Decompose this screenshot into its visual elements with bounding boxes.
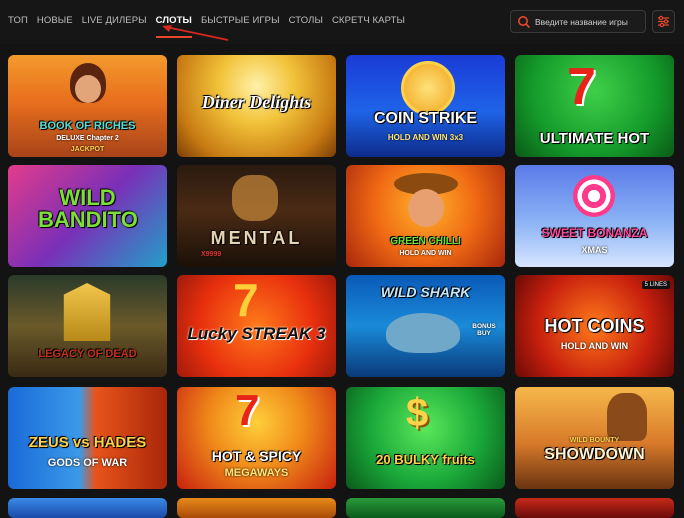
tab-tables[interactable]: СТОЛЫ (289, 15, 323, 26)
game-subtitle: HOLD AND WIN (560, 341, 629, 351)
game-card-wild-bandito[interactable]: WILD BANDITO (8, 165, 167, 267)
game-title: BOOK OF RICHES (39, 120, 136, 132)
game-card-ultimate-hot[interactable]: 7 ULTIMATE HOT (515, 55, 674, 157)
game-title: SHOWDOWN (544, 446, 645, 463)
game-subtitle: BONUS BUY (472, 323, 496, 337)
game-title: HOT & SPICY (211, 448, 302, 464)
game-title: HOT COINS (544, 316, 645, 336)
game-search-box[interactable] (510, 10, 646, 33)
game-card-partial-3[interactable] (346, 498, 505, 518)
game-card-legacy-of-dead[interactable]: LEGACY OF DEAD (8, 275, 167, 377)
game-jackpot-label: JACKPOT (70, 146, 105, 153)
game-title: SWEET BONANZA (541, 226, 648, 240)
game-title: ZEUS vs HADES (28, 434, 147, 451)
game-card-partial-2[interactable] (177, 498, 336, 518)
game-card-sweet-bonanza-xmas[interactable]: SWEET BONANZA XMAS (515, 165, 674, 267)
game-title: ULTIMATE HOT (539, 130, 650, 147)
game-subtitle: X9999 (201, 251, 222, 258)
game-card-wild-shark[interactable]: WILD SHARK BONUS BUY (346, 275, 505, 377)
annotation-arrow-icon (162, 25, 229, 41)
game-title: Diner Delights (201, 92, 312, 112)
game-card-hot-coins[interactable]: 5 LINES HOT COINS HOLD AND WIN (515, 275, 674, 377)
search-input[interactable] (535, 14, 641, 29)
lines-badge: 5 LINES (641, 281, 670, 289)
game-title: COIN STRIKE (373, 110, 478, 127)
game-title: WILD BANDITO (38, 185, 138, 232)
filter-button[interactable] (652, 10, 675, 33)
game-subtitle: XMAS (581, 245, 608, 255)
game-card-showdown[interactable]: WILD BOUNTY SHOWDOWN (515, 387, 674, 489)
game-card-book-of-riches[interactable]: BOOK OF RICHES DELUXE Chapter 2 JACKPOT (8, 55, 167, 157)
game-title: LEGACY OF DEAD (38, 348, 137, 360)
game-title: 20 BULKY fruits (376, 452, 475, 467)
top-navigation-bar: ТОП НОВЫЕ LIVE ДИЛЕРЫ СЛОТЫ БЫСТРЫЕ ИГРЫ… (0, 0, 684, 44)
game-subtitle: GODS OF WAR (47, 457, 128, 469)
tab-live-dealers[interactable]: LIVE ДИЛЕРЫ (82, 15, 147, 26)
game-card-coin-strike[interactable]: COIN STRIKE HOLD AND WIN 3x3 (346, 55, 505, 157)
game-title: WILD SHARK (380, 284, 471, 300)
game-subtitle: DELUXE Chapter 2 (56, 135, 119, 142)
game-card-zeus-vs-hades[interactable]: ZEUS vs HADES GODS OF WAR (8, 387, 167, 489)
tab-top[interactable]: ТОП (8, 15, 28, 26)
tab-scratch-cards[interactable]: СКРЕТЧ КАРТЫ (332, 15, 405, 26)
game-subtitle: HOLD AND WIN 3x3 (387, 133, 464, 142)
sliders-icon (658, 15, 669, 28)
search-icon (518, 16, 531, 29)
game-card-hot-and-spicy[interactable]: 7 HOT & SPICY MEGAWAYS (177, 387, 336, 489)
game-card-lucky-streak-3[interactable]: 7 Lucky STREAK 3 (177, 275, 336, 377)
tab-new[interactable]: НОВЫЕ (37, 15, 73, 26)
game-title: MENTAL (210, 228, 303, 248)
game-subtitle: WILD BOUNTY (569, 437, 620, 444)
game-subtitle: HOLD AND WIN (399, 250, 452, 257)
game-card-green-chilli[interactable]: GREEN CHILLI HOLD AND WIN (346, 165, 505, 267)
game-card-partial-1[interactable] (8, 498, 167, 518)
game-card-20-bulky-fruits[interactable]: $ 20 BULKY fruits (346, 387, 505, 489)
game-title: GREEN CHILLI (390, 236, 461, 247)
game-card-partial-4[interactable] (515, 498, 674, 518)
game-title: Lucky STREAK 3 (187, 324, 326, 343)
game-card-mental[interactable]: MENTAL X9999 (177, 165, 336, 267)
game-card-diner-delights[interactable]: Diner Delights (177, 55, 336, 157)
game-subtitle: MEGAWAYS (224, 467, 289, 479)
